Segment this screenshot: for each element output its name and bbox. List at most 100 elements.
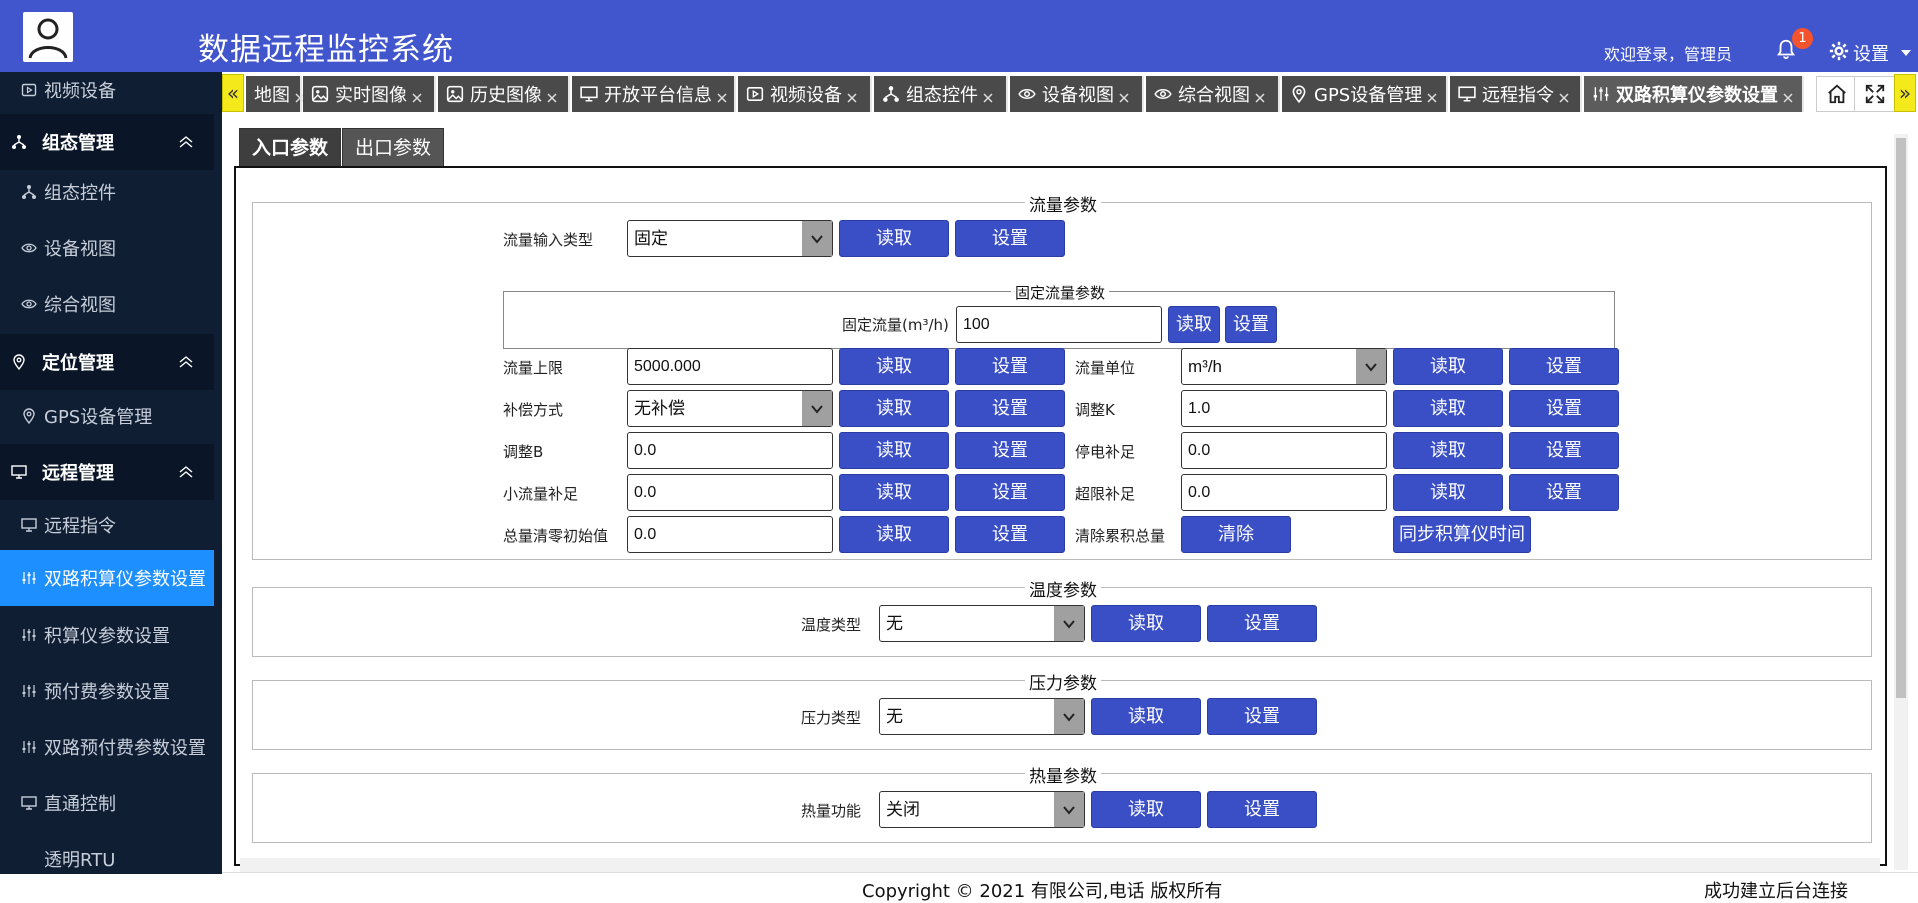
flow-upper-limit-set-button[interactable]: 设置 (955, 348, 1065, 385)
flow-input-type-set-button[interactable]: 设置 (955, 220, 1065, 257)
sidebar-item[interactable]: 直通控制 (0, 775, 214, 831)
eye-icon (20, 239, 38, 257)
heat-func-select[interactable]: 关闭 (879, 791, 1085, 828)
sidebar-item[interactable]: 视频设备 (0, 72, 214, 118)
sidebar-item[interactable]: 双路预付费参数设置 (0, 719, 214, 775)
tab-item[interactable]: 组态控件 (874, 76, 1008, 112)
power-off-read-button[interactable]: 读取 (1393, 432, 1503, 469)
close-icon[interactable] (1254, 88, 1266, 103)
adjust-k-input[interactable]: 1.0 (1181, 390, 1387, 427)
temperature-type-select[interactable]: 无 (879, 605, 1085, 642)
close-icon[interactable] (1782, 88, 1794, 103)
flow-unit-read-button[interactable]: 读取 (1393, 348, 1503, 385)
tab-inlet-params[interactable]: 入口参数 (239, 128, 342, 166)
over-limit-set-button[interactable]: 设置 (1509, 474, 1619, 511)
sidebar-item-label: 积算仪参数设置 (44, 626, 170, 647)
pressure-set-button[interactable]: 设置 (1207, 698, 1317, 735)
tab-item[interactable]: 实时图像 (303, 76, 436, 112)
user-avatar-icon[interactable] (23, 12, 73, 62)
flow-input-type-read-button[interactable]: 读取 (839, 220, 949, 257)
close-icon[interactable] (846, 88, 858, 103)
sidebar-item[interactable]: GPS设备管理 (0, 388, 214, 444)
flow-upper-limit-read-button[interactable]: 读取 (839, 348, 949, 385)
hierarchy-icon (8, 133, 30, 151)
sync-time-button[interactable]: 同步积算仪时间 (1393, 516, 1531, 553)
total-reset-read-button[interactable]: 读取 (839, 516, 949, 553)
close-icon[interactable] (411, 88, 423, 103)
sidebar-item[interactable]: 远程指令 (0, 497, 214, 553)
sidebar-item[interactable]: 定位管理 (0, 334, 214, 390)
adjust-b-read-button[interactable]: 读取 (839, 432, 949, 469)
sidebar-item[interactable]: 组态控件 (0, 164, 214, 220)
tab-item[interactable]: 视频设备 (738, 76, 872, 112)
sidebar-item[interactable]: 设备视图 (0, 220, 214, 276)
flow-input-type-select[interactable]: 固定 (627, 220, 833, 257)
close-icon[interactable] (546, 88, 558, 103)
clear-total-button[interactable]: 清除 (1181, 516, 1291, 553)
tab-item[interactable]: 双路积算仪参数设置 (1584, 76, 1804, 112)
fixed-flow-read-button[interactable]: 读取 (1168, 306, 1220, 343)
tab-item[interactable]: 远程指令 (1450, 76, 1582, 112)
tab-item[interactable]: 设备视图 (1010, 76, 1144, 112)
fixed-flow-set-button[interactable]: 设置 (1225, 306, 1277, 343)
close-icon[interactable] (716, 88, 728, 103)
sidebar-item[interactable]: 双路积算仪参数设置 (0, 550, 214, 606)
close-icon[interactable] (1118, 88, 1130, 103)
tab-item[interactable]: 地图 (246, 76, 305, 112)
sidebar-item-label: 视频设备 (44, 81, 116, 102)
horizontal-scrollbar[interactable] (240, 858, 1880, 872)
pressure-read-button[interactable]: 读取 (1091, 698, 1201, 735)
heat-set-button[interactable]: 设置 (1207, 791, 1317, 828)
sidebar-item[interactable]: 组态管理 (0, 114, 214, 170)
tab-item[interactable]: 开放平台信息 (572, 76, 736, 112)
adjust-b-input[interactable]: 0.0 (627, 432, 833, 469)
over-limit-input[interactable]: 0.0 (1181, 474, 1387, 511)
small-flow-input[interactable]: 0.0 (627, 474, 833, 511)
compensation-select[interactable]: 无补偿 (627, 390, 833, 427)
heat-read-button[interactable]: 读取 (1091, 791, 1201, 828)
sidebar-item-label: 设备视图 (44, 239, 116, 260)
home-icon[interactable] (1816, 76, 1858, 112)
close-icon[interactable] (982, 88, 994, 103)
sidebar-item[interactable]: 综合视图 (0, 276, 214, 332)
pressure-type-select[interactable]: 无 (879, 698, 1085, 735)
sidebar-edge (214, 72, 222, 874)
flow-unit-set-button[interactable]: 设置 (1509, 348, 1619, 385)
small-flow-set-button[interactable]: 设置 (955, 474, 1065, 511)
vertical-scrollbar[interactable] (1894, 134, 1908, 870)
adjust-k-set-button[interactable]: 设置 (1509, 390, 1619, 427)
power-off-set-button[interactable]: 设置 (1509, 432, 1619, 469)
fixed-flow-input[interactable]: 100 (956, 306, 1162, 343)
tab-item[interactable]: GPS设备管理 (1282, 76, 1448, 112)
scroll-thumb[interactable] (1896, 138, 1906, 698)
over-limit-read-button[interactable]: 读取 (1393, 474, 1503, 511)
sidebar-item[interactable]: 预付费参数设置 (0, 663, 214, 719)
total-reset-set-button[interactable]: 设置 (955, 516, 1065, 553)
tab-item[interactable]: 历史图像 (438, 76, 570, 112)
flow-upper-limit-input[interactable]: 5000.000 (627, 348, 833, 385)
flow-params-legend: 流量参数 (1025, 191, 1101, 216)
fullscreen-icon[interactable] (1854, 76, 1896, 112)
flow-params-group: 流量参数 流量输入类型 固定 读取 设置 固定流量参数 固定流量(m³/h) 1… (252, 191, 1872, 560)
tab-scroll-left-icon[interactable]: « (222, 74, 244, 112)
temperature-set-button[interactable]: 设置 (1207, 605, 1317, 642)
adjust-k-read-button[interactable]: 读取 (1393, 390, 1503, 427)
flow-unit-select[interactable]: m³/h (1181, 348, 1387, 385)
close-icon[interactable] (1426, 88, 1438, 103)
tab-outlet-params[interactable]: 出口参数 (342, 128, 445, 166)
sidebar-item[interactable]: 远程管理 (0, 444, 214, 500)
total-reset-input[interactable]: 0.0 (627, 516, 833, 553)
sidebar-item[interactable]: 积算仪参数设置 (0, 607, 214, 663)
settings-menu[interactable]: 设置 (1829, 40, 1911, 66)
small-flow-read-button[interactable]: 读取 (839, 474, 949, 511)
tab-scroll-right-icon[interactable]: » (1894, 74, 1916, 112)
sidebar-item[interactable]: 透明RTU (0, 831, 214, 874)
tab-item[interactable]: 综合视图 (1146, 76, 1280, 112)
compensation-set-button[interactable]: 设置 (955, 390, 1065, 427)
compensation-read-button[interactable]: 读取 (839, 390, 949, 427)
power-off-input[interactable]: 0.0 (1181, 432, 1387, 469)
temperature-read-button[interactable]: 读取 (1091, 605, 1201, 642)
adjust-b-set-button[interactable]: 设置 (955, 432, 1065, 469)
tab-label: 实时图像 (335, 85, 407, 106)
close-icon[interactable] (1558, 88, 1570, 103)
